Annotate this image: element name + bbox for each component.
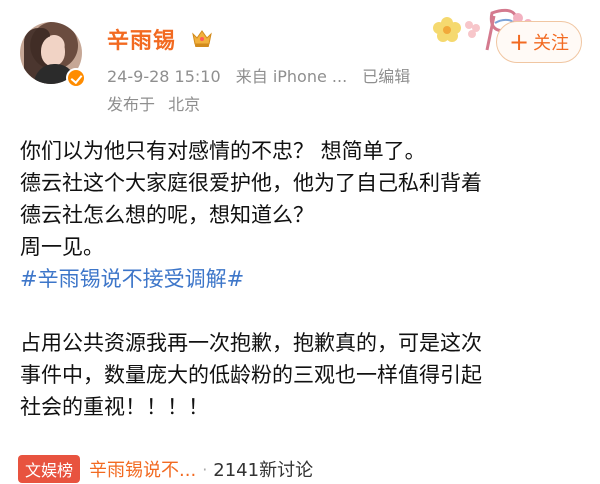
post-line: 德云社这个大家庭很爱护他，他为了自己私利背着 [20, 171, 482, 195]
post-header: 辛雨锡 24-9-28 15:10 来自 iPhone ... 已编辑 发布于 … [0, 0, 600, 122]
post-line: 周一见。 [20, 235, 104, 259]
post-line: 社会的重视！！！！ [20, 395, 209, 419]
post-line: 占用公共资源我再一次抱歉，抱歉真的，可是这次 [20, 331, 482, 355]
topic-count: 2141新讨论 [213, 460, 314, 481]
location-value: 北京 [168, 95, 201, 114]
plus-icon: + [508, 28, 530, 56]
topic-title[interactable]: 辛雨锡说不... [89, 456, 196, 482]
avatar-face [41, 36, 65, 66]
post-line: 事件中，数量庞大的低龄粉的三观也一样值得引起 [20, 363, 482, 387]
crown-icon [192, 30, 212, 47]
post-line: 你们以为他只有对感情的不忠？ 想简单了。 [20, 139, 426, 163]
follow-button[interactable]: + 关注 [496, 21, 582, 63]
verified-badge-icon [66, 68, 86, 88]
hashtag-link[interactable]: #辛雨锡说不接受调解# [20, 263, 585, 295]
post-content: 你们以为他只有对感情的不忠？ 想简单了。 德云社这个大家庭很爱护他，他为了自己私… [20, 135, 585, 423]
topic-badge: 文娱榜 [18, 455, 81, 483]
username[interactable]: 辛雨锡 [107, 23, 176, 55]
follow-label: 关注 [533, 33, 570, 54]
location-label: 发布于 [107, 95, 156, 114]
topic-separator: · [202, 459, 208, 479]
post-line: 德云社怎么想的呢，想知道么？ [20, 203, 314, 227]
topic-bar[interactable]: 文娱榜 辛雨锡说不... · 2141新讨论 [18, 454, 373, 484]
post-timestamp: 24-9-28 15:10 [107, 67, 221, 86]
post-location: 发布于 北京 [107, 91, 200, 115]
edited-label[interactable]: 已编辑 [362, 67, 410, 86]
post-source: 来自 iPhone ... [235, 67, 348, 86]
post-meta: 24-9-28 15:10 来自 iPhone ... 已编辑 [107, 63, 420, 87]
